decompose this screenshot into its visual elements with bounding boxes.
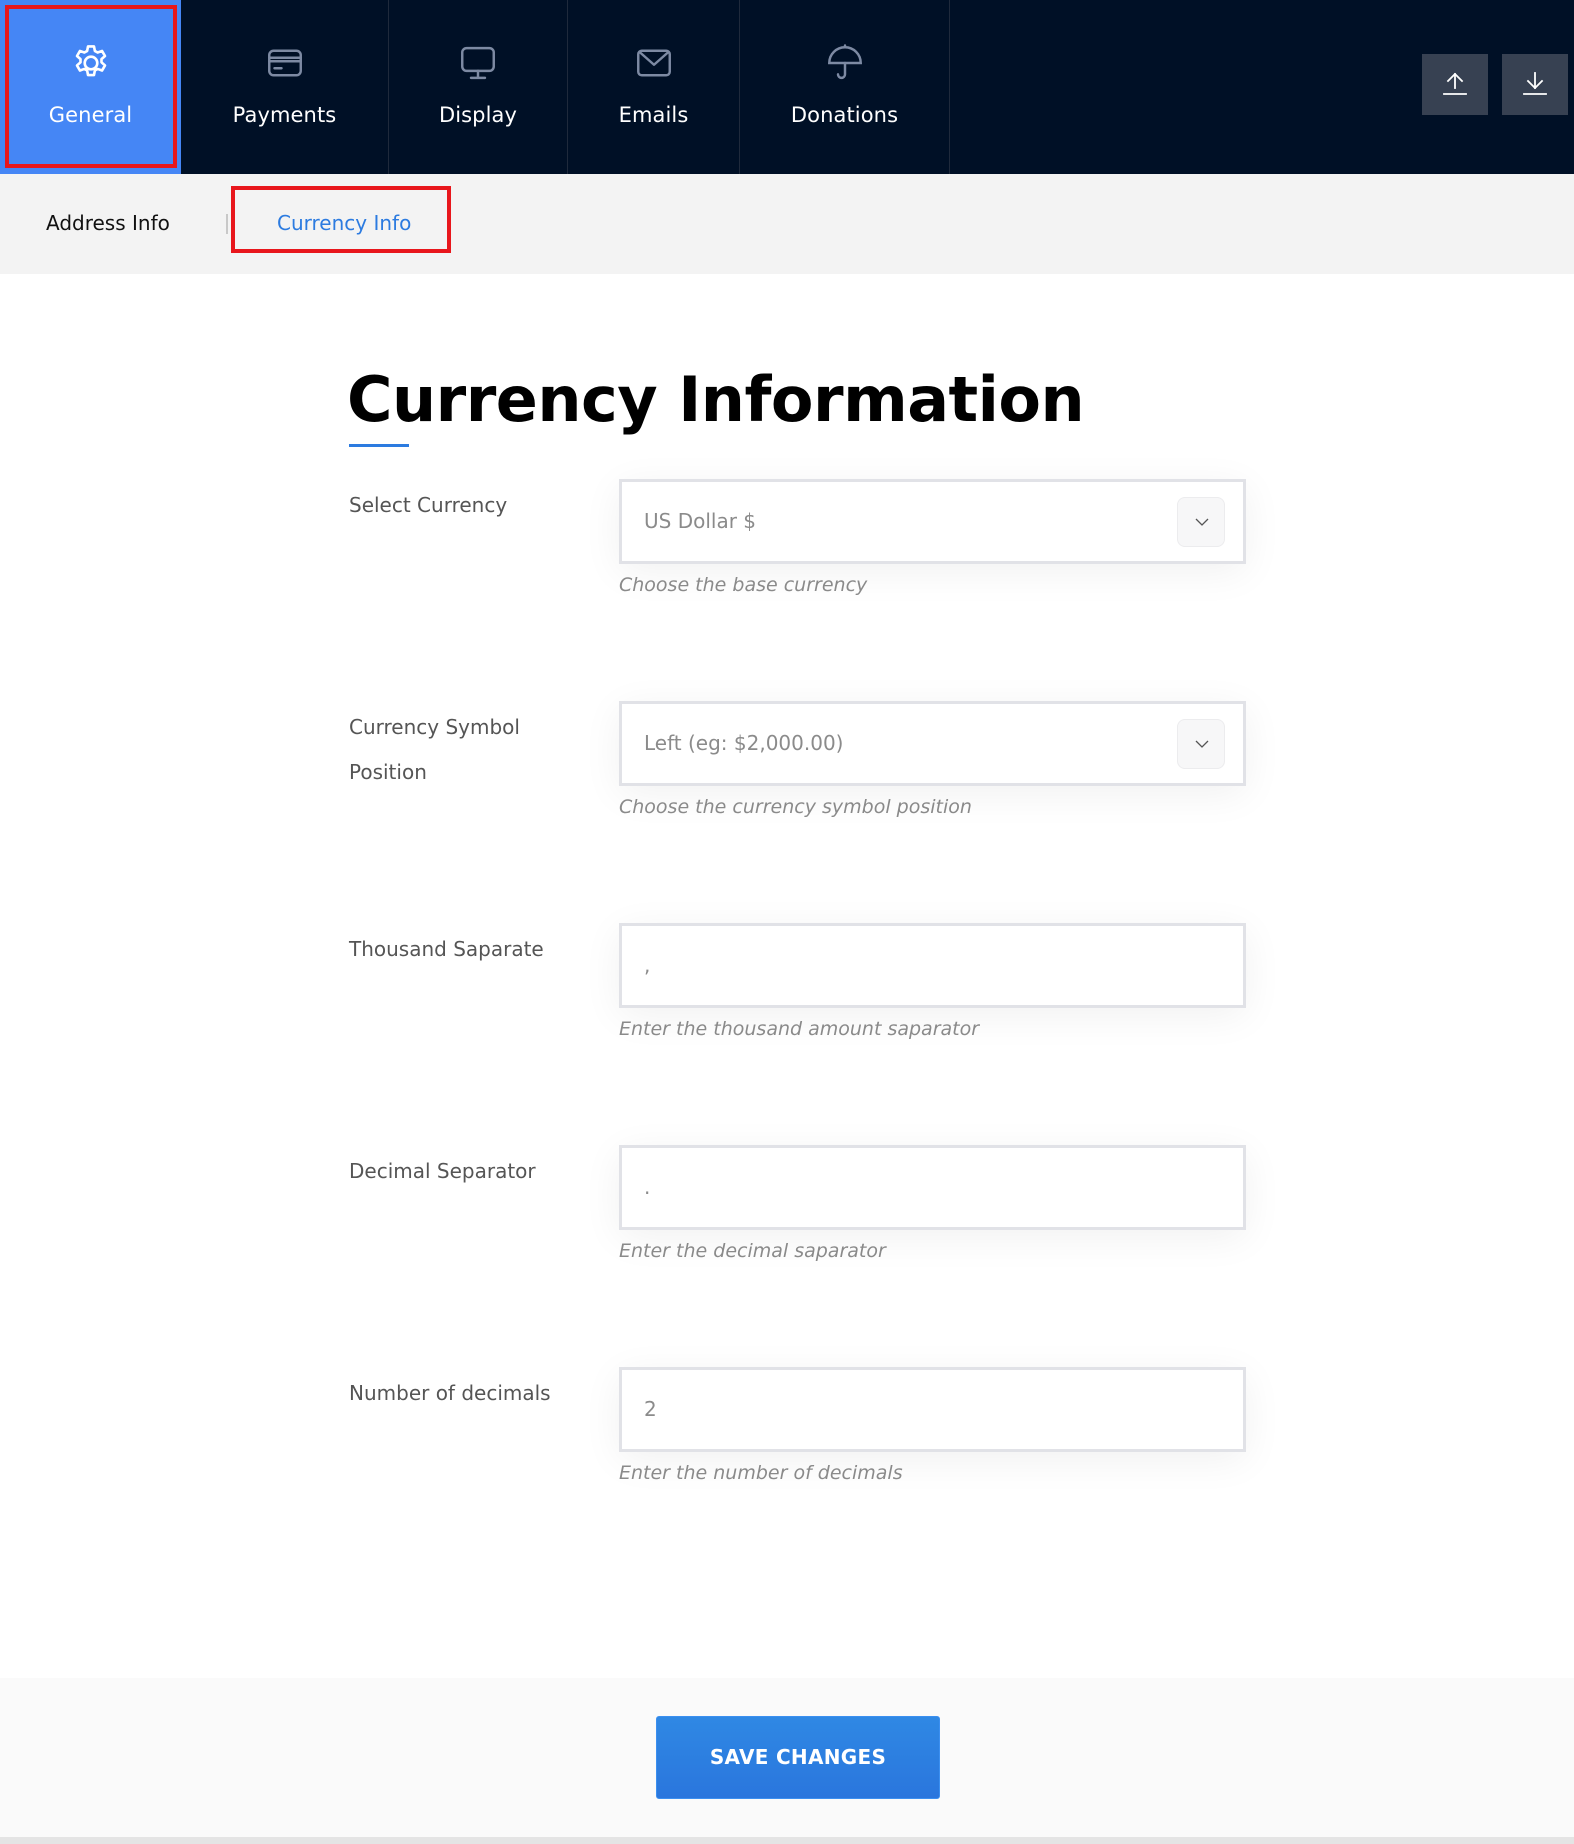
tab-donations[interactable]: Donations [740,0,950,174]
decimal-separator-input[interactable]: . [619,1145,1246,1230]
top-navigation: General Payments Display Emails Donation… [0,0,1574,174]
number-of-decimals-input[interactable]: 2 [619,1367,1246,1452]
chevron-down-icon [1195,740,1209,748]
field-helper: Enter the thousand amount saparator [619,1018,980,1040]
tab-label: Payments [232,103,337,127]
title-underline [349,444,409,447]
tab-display[interactable]: Display [389,0,568,174]
field-label: Currency Symbol Position [349,715,520,784]
tab-general[interactable]: General [0,0,181,174]
field-helper: Choose the base currency [619,574,868,596]
field-label: Thousand Saparate [349,937,544,961]
field-label: Decimal Separator [349,1159,536,1183]
tab-payments[interactable]: Payments [181,0,389,174]
dropdown-toggle[interactable] [1177,719,1225,769]
subnav-divider [226,214,228,234]
settings-page: General Payments Display Emails Donation… [0,0,1574,1844]
field-label: Number of decimals [349,1381,551,1405]
thousand-separator-input[interactable]: , [619,923,1246,1008]
field-helper: Enter the decimal saparator [619,1240,886,1262]
field-helper: Enter the number of decimals [619,1462,903,1484]
input-value: . [644,1175,651,1199]
credit-card-icon [264,42,306,84]
subnav-address-info[interactable]: Address Info [46,208,170,238]
upload-button[interactable] [1422,54,1488,115]
save-changes-button[interactable]: SAVE CHANGES [656,1716,940,1799]
tab-label: Donations [790,103,899,127]
field-helper: Choose the currency symbol position [619,796,972,818]
chevron-down-icon [1195,518,1209,526]
upload-icon [1443,72,1467,95]
field-label: Select Currency [349,493,508,517]
tab-label: Display [438,103,518,127]
monitor-icon [457,42,499,84]
umbrella-icon [824,42,866,84]
dropdown-toggle[interactable] [1177,497,1225,547]
tab-label: Emails [618,103,689,127]
download-icon [1523,72,1547,95]
input-value: 2 [644,1397,657,1421]
download-button[interactable] [1502,54,1568,115]
select-value: Left (eg: $2,000.00) [644,731,844,755]
select-value: US Dollar $ [644,509,757,533]
bottom-divider [0,1837,1574,1844]
tab-emails[interactable]: Emails [568,0,740,174]
envelope-icon [633,42,675,84]
sub-navigation: Address Info Currency Info [0,174,1574,274]
page-title: Currency Information [347,363,1085,436]
currency-select[interactable]: US Dollar $ [619,479,1246,564]
tab-label: General [48,103,133,127]
input-value: , [644,953,651,977]
subnav-currency-info[interactable]: Currency Info [277,208,411,238]
symbol-position-select[interactable]: Left (eg: $2,000.00) [619,701,1246,786]
footer-bar: SAVE CHANGES [0,1678,1574,1837]
gear-icon [70,42,112,84]
